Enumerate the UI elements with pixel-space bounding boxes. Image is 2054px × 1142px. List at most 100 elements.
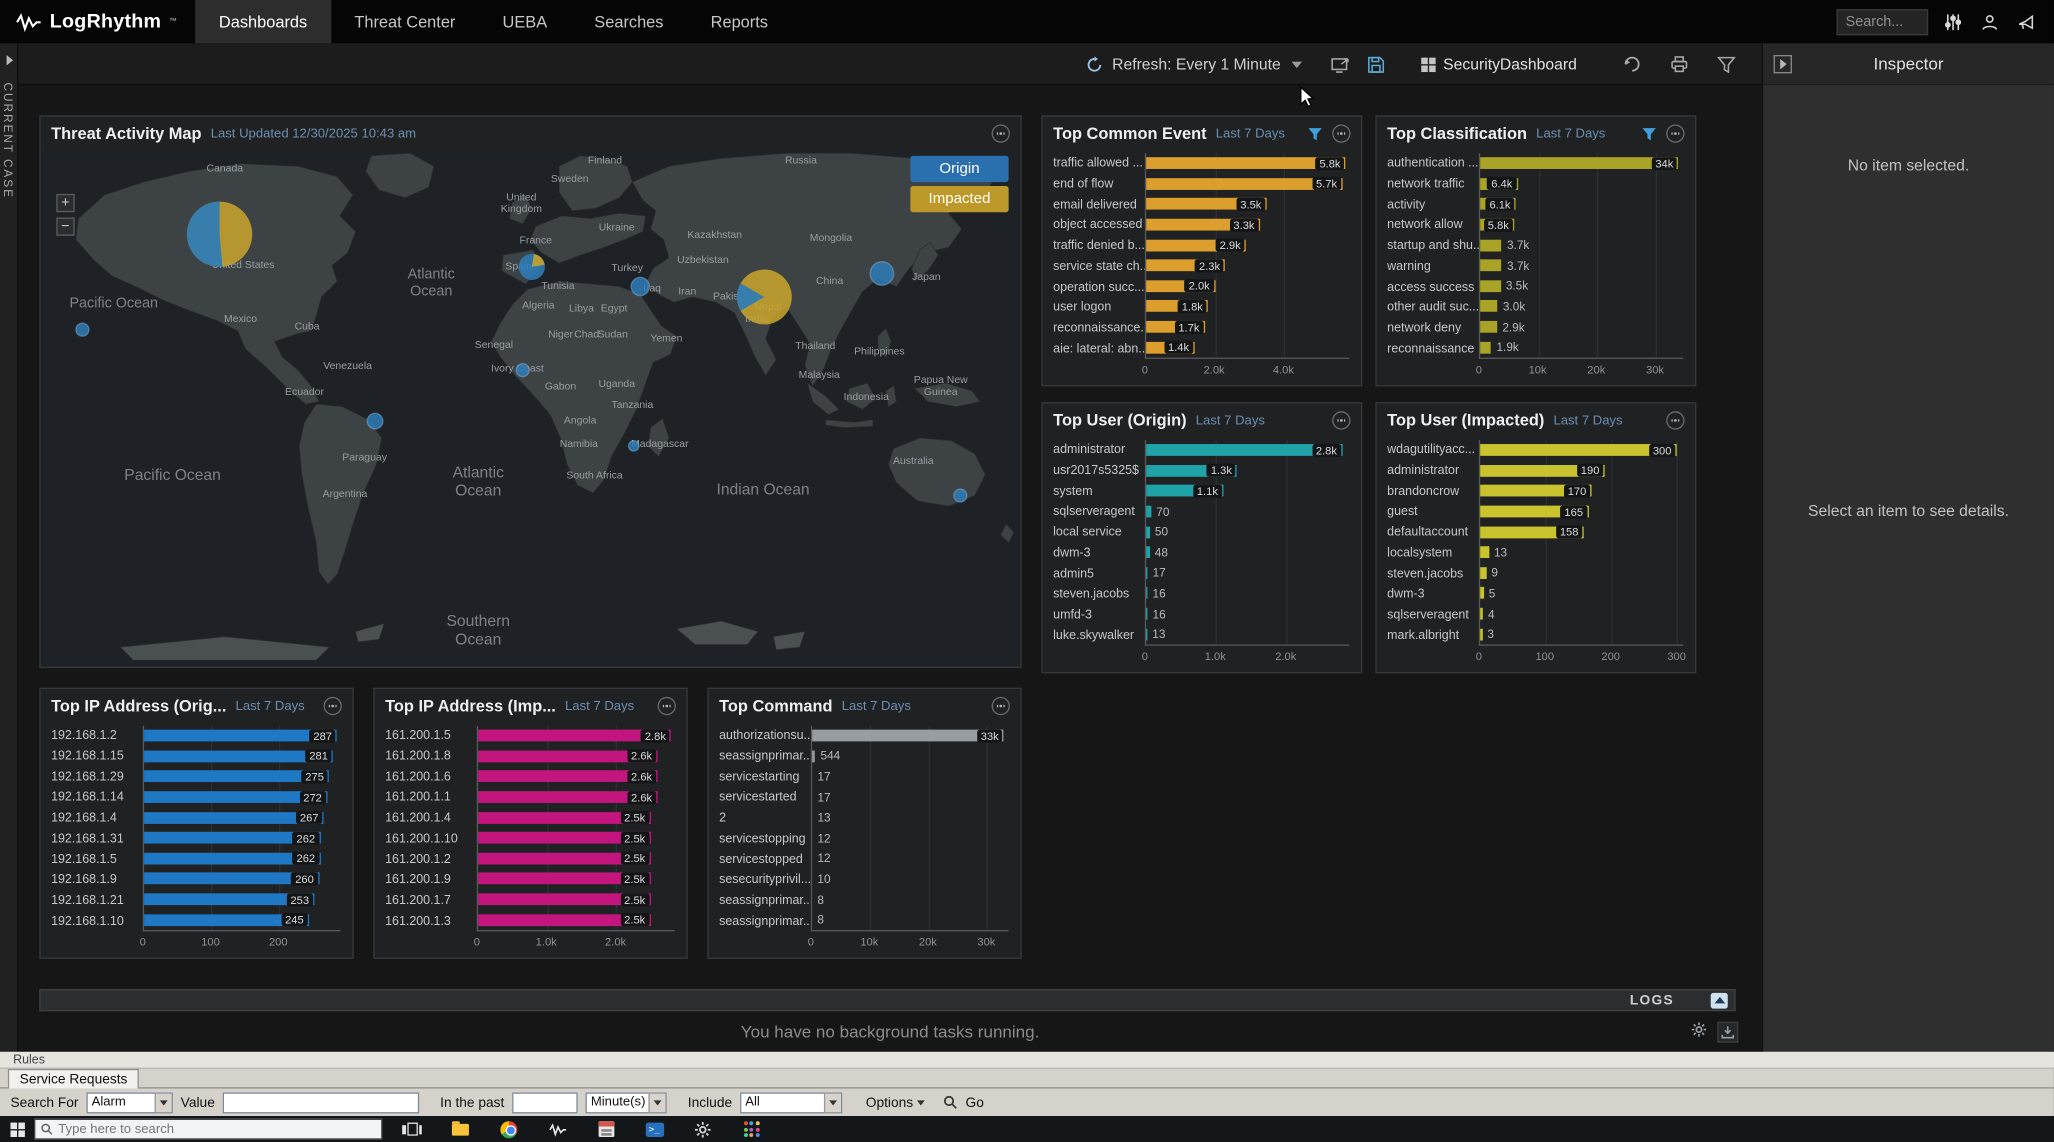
threat-marker-dot[interactable]	[631, 277, 649, 295]
bar[interactable]: 2.3k	[1146, 260, 1225, 272]
bar[interactable]: 281	[144, 750, 333, 762]
logs-drawer-bar[interactable]: LOGS	[39, 989, 1735, 1011]
logrhythm-app-icon[interactable]	[533, 1116, 581, 1142]
app-grid-icon[interactable]	[727, 1116, 775, 1142]
bar[interactable]: 2.5k	[478, 853, 650, 865]
taskbar-search[interactable]	[34, 1119, 382, 1140]
bar[interactable]	[1146, 608, 1147, 620]
time-unit-select[interactable]: Minute(s)	[586, 1092, 667, 1113]
bar[interactable]	[1480, 321, 1497, 333]
logs-expand-button[interactable]	[1711, 992, 1728, 1008]
bar[interactable]	[812, 750, 815, 762]
tab-threat-center[interactable]: Threat Center	[331, 0, 479, 43]
options-dropdown[interactable]: Options	[866, 1094, 925, 1110]
app-icon[interactable]	[582, 1116, 630, 1142]
bar[interactable]: 158	[1480, 526, 1583, 538]
bar[interactable]: 2.6k	[478, 791, 657, 803]
threat-marker-dot[interactable]	[516, 364, 529, 377]
bar[interactable]: 262	[144, 832, 320, 844]
bar[interactable]: 2.9k	[1146, 239, 1246, 251]
bar[interactable]	[1480, 341, 1491, 353]
bar[interactable]: 1.4k	[1146, 341, 1194, 353]
panel-menu-icon[interactable]	[992, 124, 1010, 142]
settings-gear-icon[interactable]	[679, 1116, 727, 1142]
panel-menu-icon[interactable]	[658, 697, 676, 715]
start-button[interactable]	[0, 1116, 34, 1142]
bar[interactable]: 267	[144, 812, 324, 824]
bar[interactable]: 300	[1480, 444, 1676, 456]
refresh-interval-dropdown[interactable]: Refresh: Every 1 Minute	[1112, 55, 1281, 73]
tab-dashboards[interactable]: Dashboards	[195, 0, 330, 43]
panel-menu-icon[interactable]	[1666, 411, 1684, 429]
search-magnifier-icon[interactable]	[943, 1095, 957, 1109]
bar[interactable]: 6.1k	[1480, 198, 1516, 210]
bar[interactable]: 1.3k	[1146, 465, 1237, 477]
panel-menu-icon[interactable]	[324, 697, 342, 715]
bar[interactable]	[1146, 526, 1149, 538]
bar[interactable]: 2.5k	[478, 832, 650, 844]
bar[interactable]: 245	[144, 914, 309, 926]
bar[interactable]: 2.0k	[1146, 280, 1215, 292]
include-select[interactable]: All	[740, 1092, 842, 1113]
bar[interactable]	[1480, 628, 1482, 640]
panel-menu-icon[interactable]	[992, 697, 1010, 715]
save-dashboard-icon[interactable]	[1365, 52, 1389, 76]
inspector-collapse-button[interactable]	[1774, 54, 1792, 72]
panel-subtitle[interactable]: Last Updated 12/30/2025 10:43 am	[211, 126, 416, 140]
bar[interactable]: 287	[144, 730, 337, 742]
bar[interactable]	[1146, 506, 1151, 518]
map-zoom-in-button[interactable]: +	[56, 194, 74, 212]
panel-menu-icon[interactable]	[1332, 124, 1350, 142]
bar[interactable]	[1480, 260, 1502, 272]
bar[interactable]: 2.5k	[478, 812, 650, 824]
task-view-icon[interactable]	[388, 1116, 436, 1142]
task-tray-icon[interactable]	[1717, 1022, 1738, 1043]
bar[interactable]: 33k	[812, 730, 1004, 742]
filter-icon[interactable]	[1641, 126, 1657, 140]
bar[interactable]: 2.8k	[478, 730, 671, 742]
reset-dashboard-icon[interactable]	[1620, 52, 1644, 76]
export-dashboard-icon[interactable]	[1329, 52, 1353, 76]
user-icon[interactable]	[1978, 10, 2002, 34]
partial-tab-label[interactable]: Rules	[13, 1053, 45, 1067]
file-explorer-icon[interactable]	[436, 1116, 484, 1142]
bar[interactable]: 165	[1480, 506, 1588, 518]
bar[interactable]: 2.5k	[478, 873, 650, 885]
map-zoom-out-button[interactable]: −	[56, 217, 74, 235]
tasks-settings-gear-icon[interactable]	[1691, 1020, 1707, 1044]
tab-service-requests[interactable]: Service Requests	[8, 1069, 139, 1089]
bar[interactable]: 2.8k	[1146, 444, 1342, 456]
expand-case-panel-button[interactable]	[1, 51, 17, 69]
filter-icon[interactable]	[1715, 52, 1739, 76]
legend-origin-button[interactable]: Origin	[910, 156, 1008, 182]
taskbar-search-input[interactable]	[58, 1122, 376, 1136]
threat-marker-dot[interactable]	[954, 489, 967, 502]
bar[interactable]	[1480, 567, 1486, 579]
bar[interactable]: 253	[144, 893, 314, 905]
tab-searches[interactable]: Searches	[571, 0, 687, 43]
global-search-input[interactable]	[1836, 9, 1928, 35]
filter-settings-icon[interactable]	[1941, 10, 1965, 34]
time-amount-input[interactable]	[512, 1092, 577, 1113]
powershell-icon[interactable]: >_	[630, 1116, 678, 1142]
bar[interactable]	[1146, 587, 1147, 599]
panel-menu-icon[interactable]	[1666, 124, 1684, 142]
bar[interactable]: 5.8k	[1480, 219, 1514, 231]
bar[interactable]: 1.8k	[1146, 301, 1208, 313]
bar[interactable]: 2.6k	[478, 750, 657, 762]
dashboard-name[interactable]: SecurityDashboard	[1443, 55, 1577, 73]
chrome-icon[interactable]	[485, 1116, 533, 1142]
panel-menu-icon[interactable]	[1332, 411, 1350, 429]
bar[interactable]: 2.6k	[478, 771, 657, 783]
bar[interactable]: 260	[144, 873, 319, 885]
go-button[interactable]: Go	[966, 1094, 984, 1110]
value-input[interactable]	[223, 1092, 419, 1113]
bar[interactable]: 3.5k	[1146, 198, 1266, 210]
threat-marker-dot[interactable]	[870, 262, 894, 286]
bar[interactable]: 6.4k	[1480, 178, 1517, 190]
bar[interactable]: 34k	[1480, 158, 1678, 170]
legend-impacted-button[interactable]: Impacted	[910, 186, 1008, 212]
threat-marker-dot[interactable]	[367, 413, 383, 429]
bar[interactable]: 5.8k	[1146, 158, 1346, 170]
bar[interactable]	[1480, 608, 1483, 620]
